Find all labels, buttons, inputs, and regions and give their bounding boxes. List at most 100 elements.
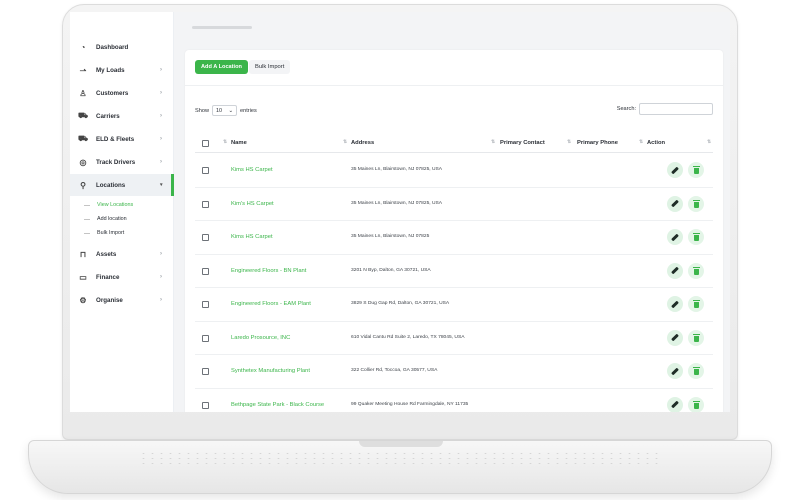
row-checkbox[interactable] [202,234,209,241]
sidebar-subitem-view-locations[interactable]: View Locations [84,202,133,208]
sidebar-item-assets[interactable]: ⊓ Assets › [70,243,174,265]
locations-icon: ⚲ [80,180,86,190]
column-header-primary-phone[interactable]: Primary Phone [577,140,618,146]
sidebar-item-locations[interactable]: ⚲ Locations ▾ [70,174,174,196]
entries-label: entries [240,107,257,114]
entries-select[interactable]: 10 ⌄ [212,105,237,116]
sort-icon[interactable]: ⇅ [567,139,571,145]
table-row: Kim's HS Carpet 35 Maines Ln, Blairstown… [195,188,713,221]
customers-icon: ♙ [79,88,87,98]
sidebar-item-finance[interactable]: ▭ Finance › [70,266,174,288]
column-header-name[interactable]: Name [231,140,247,146]
location-address: 322 Collier Rd, Toccoa, GA 30577, USA [351,368,438,373]
delete-button[interactable] [688,363,704,379]
table-row: Engineered Floors - BN Plant 3201 N Byp,… [195,255,713,288]
sidebar-item-dashboard[interactable]: ◔ Dashboard [70,36,174,58]
sidebar-item-eld-fleets[interactable]: ⛟ ELD & Fleets › [70,128,174,150]
delete-button[interactable] [688,262,704,279]
location-address: 35 Maines Ln, Blairstown, NJ 07825, USA [351,200,443,206]
search-label: Search: [616,106,636,112]
edit-button[interactable] [667,363,683,379]
row-checkbox[interactable] [202,267,209,275]
row-checkbox[interactable] [202,200,209,208]
select-all-checkbox[interactable] [202,140,209,147]
chevron-right-icon: › [160,274,162,280]
row-checkbox[interactable] [202,334,209,342]
trash-icon [692,199,700,208]
sidebar-subitem-add-location[interactable]: Add location [84,216,127,222]
trash-icon [692,400,700,409]
location-address: 3829 S Dug Gap Rd, Dalton, GA 30721, USA [351,301,450,306]
location-name-link[interactable]: Kim's HS Carpet [231,201,274,207]
pencil-icon [671,300,679,308]
sidebar-item-label: Organise [96,296,123,304]
row-checkbox[interactable] [202,368,209,375]
search-control: Search: [617,103,713,115]
chevron-right-icon: › [160,297,162,303]
sidebar-item-my-loads[interactable]: ⇀ My Loads › [70,59,174,81]
delete-button[interactable] [688,296,704,312]
row-checkbox[interactable] [202,167,209,174]
show-label: Show [195,107,209,114]
sort-icon[interactable]: ⇅ [343,139,347,145]
chevron-right-icon: › [160,251,162,257]
location-name-link[interactable]: Engineered Floors - BN Plant [231,268,306,274]
bulk-import-button[interactable]: Bulk Import [249,60,291,74]
location-name-link[interactable]: Laredo Prosource, INC [231,335,290,341]
row-checkbox[interactable] [202,401,209,409]
location-name-link[interactable]: Kims HS Carpet [231,167,273,173]
sidebar-item-organise[interactable]: ⚙ Organise › [70,289,174,311]
location-name-link[interactable]: Synthetex Manufacturing Plant [231,368,310,374]
sidebar-subitem-bulk-import[interactable]: Bulk Import [84,230,124,236]
edit-button[interactable] [667,162,683,178]
sidebar: ◔ Dashboard ⇀ My Loads › ♙ Customers › ⛟… [70,12,174,412]
chevron-right-icon: › [160,136,162,142]
action-bar: Add A Location Bulk Import [185,50,723,86]
location-address: 610 Vidal Cantu Rd Suite 2, Laredo, TX 7… [351,334,465,340]
sidebar-item-label: Finance [96,273,120,281]
edit-button[interactable] [667,296,683,312]
laptop-mockup: ◔ Dashboard ⇀ My Loads › ♙ Customers › ⛟… [0,0,800,500]
edit-button[interactable] [667,262,683,279]
entries-control: Show 10 ⌄ entries [195,105,257,116]
fleet-icon: ⛟ [77,134,89,143]
edit-button[interactable] [667,195,683,212]
edit-button[interactable] [667,229,683,245]
delete-button[interactable] [688,396,704,412]
delete-button[interactable] [688,162,704,178]
edit-button[interactable] [667,396,683,412]
location-name-link[interactable]: Kims HS Carpet [231,234,273,240]
column-header-action: Action [647,140,666,146]
pencil-icon [671,233,679,241]
column-header-primary-contact[interactable]: Primary Contact [500,140,545,146]
sort-icon[interactable]: ⇅ [223,139,227,145]
laptop-notch [359,441,443,447]
location-address: 35 Maines Ln, Blairstown, NJ 07825 [351,234,430,239]
location-name-link[interactable]: Bethpage State Park - Black Course [231,402,324,408]
delete-button[interactable] [688,229,704,245]
sort-icon[interactable]: ⇅ [707,139,711,145]
table-row: Engineered Floors - EAM Plant 3829 S Dug… [195,288,713,322]
table-row: Kims HS Carpet 35 Maines Ln, Blairstown,… [195,221,713,255]
trash-icon [692,367,700,375]
sort-icon[interactable]: ⇅ [491,139,495,145]
column-header-address[interactable]: Address [351,140,374,146]
entries-value: 10 [216,107,222,114]
locations-card: Add A Location Bulk Import Show 10 ⌄ ent… [185,50,723,412]
sidebar-item-customers[interactable]: ♙ Customers › [70,82,174,104]
calendar-icon: ▭ [79,272,87,282]
sidebar-item-label: My Loads [96,66,125,74]
trash-icon [692,266,700,275]
sidebar-item-track-drivers[interactable]: ◎ Track Drivers › [70,151,174,173]
add-location-button[interactable]: Add A Location [195,60,248,74]
sort-icon[interactable]: ⇅ [639,139,643,145]
loads-icon: ⇀ [79,65,87,75]
delete-button[interactable] [688,195,704,212]
sidebar-item-carriers[interactable]: ⛟ Carriers › [70,105,174,127]
edit-button[interactable] [667,329,683,346]
row-checkbox[interactable] [202,301,209,308]
delete-button[interactable] [688,329,704,346]
search-input[interactable] [639,103,713,115]
location-name-link[interactable]: Engineered Floors - EAM Plant [231,301,311,307]
laptop-base [28,440,772,494]
